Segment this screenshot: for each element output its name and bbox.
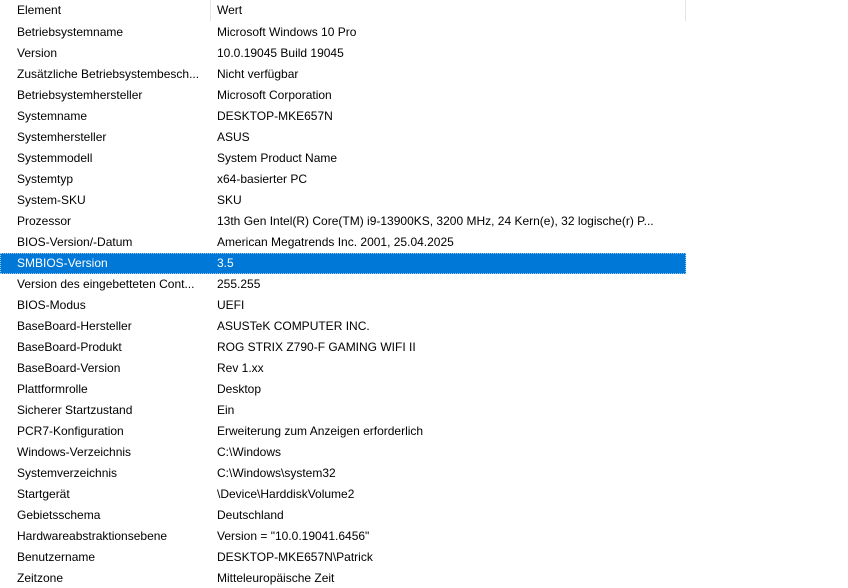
row-element-label: Startgerät	[17, 487, 70, 501]
table-row[interactable]: Benutzername DESKTOP-MKE657N\Patrick	[0, 547, 686, 568]
row-value: Rev 1.xx	[217, 361, 264, 375]
row-value: 13th Gen Intel(R) Core(TM) i9-13900KS, 3…	[217, 214, 654, 228]
table-row[interactable]: BaseBoard-Produkt ROG STRIX Z790-F GAMING…	[0, 337, 686, 358]
table-row[interactable]: BaseBoard-Version Rev 1.xx	[0, 358, 686, 379]
row-element-label: BaseBoard-Hersteller	[17, 319, 132, 333]
table-row[interactable]: Zeitzone Mitteleuropäische Zeit	[0, 568, 686, 588]
row-value: 10.0.19045 Build 19045	[217, 46, 344, 60]
row-value: 255.255	[217, 277, 261, 291]
table-row[interactable]: Sicherer Startzustand Ein	[0, 400, 686, 421]
table-row[interactable]: Systemtyp x64-basierter PC	[0, 169, 686, 190]
table-row[interactable]: Startgerät \Device\HarddiskVolume2	[0, 484, 686, 505]
system-summary-list[interactable]: Element Wert Betriebsystemname Microsoft …	[0, 0, 848, 588]
table-row[interactable]: PCR7-Konfiguration Erweiterung zum Anzeig…	[0, 421, 686, 442]
row-value: Desktop	[217, 382, 262, 396]
table-row[interactable]: Windows-Verzeichnis C:\Windows	[0, 442, 686, 463]
row-element-label: BIOS-Version/-Datum	[17, 235, 133, 249]
table-row[interactable]: BIOS-Version/-Datum American Megatrends I…	[0, 232, 686, 253]
row-element-label: Plattformrolle	[17, 382, 88, 396]
row-element-label: PCR7-Konfiguration	[17, 424, 124, 438]
table-row[interactable]: Systemmodell System Product Name	[0, 148, 686, 169]
table-row[interactable]: BIOS-Modus UEFI	[0, 295, 686, 316]
table-row[interactable]: BaseBoard-Hersteller ASUSTeK COMPUTER INC…	[0, 316, 686, 337]
row-value: UEFI	[217, 298, 245, 312]
row-value: Microsoft Windows 10 Pro	[217, 25, 357, 39]
row-element-label: Systemtyp	[17, 172, 74, 186]
row-value: American Megatrends Inc. 2001, 25.04.202…	[217, 235, 454, 249]
table-row-selected[interactable]: SMBIOS-Version 3.5	[0, 253, 686, 274]
row-element-label: Hardwareabstraktionsebene	[17, 529, 168, 543]
column-header-value[interactable]: Wert	[211, 0, 686, 21]
row-value: 3.5	[217, 256, 234, 270]
row-element-label: BIOS-Modus	[17, 298, 86, 312]
row-element-label: Systemhersteller	[17, 130, 107, 144]
row-element-label: Benutzername	[17, 550, 96, 564]
row-element-label: Gebietsschema	[17, 508, 101, 522]
table-row[interactable]: Betriebsystemhersteller Microsoft Corpora…	[0, 85, 686, 106]
row-element-label: Systemverzeichnis	[17, 466, 118, 480]
row-value: ROG STRIX Z790-F GAMING WIFI II	[217, 340, 416, 354]
row-value: C:\Windows	[217, 445, 282, 459]
row-element-label: Sicherer Startzustand	[17, 403, 133, 417]
row-value: C:\Windows\system32	[217, 466, 336, 480]
row-value: ASUSTeK COMPUTER INC.	[217, 319, 370, 333]
row-element-label: Version	[17, 46, 58, 60]
table-row[interactable]: Betriebsystemname Microsoft Windows 10 Pr…	[0, 22, 686, 43]
table-row[interactable]: Zusätzliche Betriebsystembesch... Nicht v…	[0, 64, 686, 85]
table-row[interactable]: Hardwareabstraktionsebene Version = "10.0…	[0, 526, 686, 547]
row-value: Mitteleuropäische Zeit	[217, 571, 335, 585]
row-element-label: Zusätzliche Betriebsystembesch...	[17, 67, 200, 81]
row-value: Microsoft Corporation	[217, 88, 332, 102]
row-element-label: SMBIOS-Version	[17, 256, 108, 270]
row-element-label: Betriebsystemname	[17, 25, 124, 39]
table-row[interactable]: Version des eingebetteten Cont... 255.255	[0, 274, 686, 295]
table-row[interactable]: Systemname DESKTOP-MKE657N	[0, 106, 686, 127]
table-row[interactable]: System-SKU SKU	[0, 190, 686, 211]
row-value: \Device\HarddiskVolume2	[217, 487, 355, 501]
row-element-label: Prozessor	[17, 214, 72, 228]
row-value: ASUS	[217, 130, 250, 144]
row-element-label: System-SKU	[17, 193, 86, 207]
row-value: Ein	[217, 403, 235, 417]
row-value: DESKTOP-MKE657N	[217, 109, 333, 123]
row-element-label: BaseBoard-Version	[17, 361, 121, 375]
row-value: Erweiterung zum Anzeigen erforderlich	[217, 424, 424, 438]
row-element-label: Betriebsystemhersteller	[17, 88, 143, 102]
row-value: DESKTOP-MKE657N\Patrick	[217, 550, 373, 564]
row-element-label: Systemname	[17, 109, 88, 123]
row-element-label: BaseBoard-Produkt	[17, 340, 122, 354]
list-rows: Betriebsystemname Microsoft Windows 10 Pr…	[0, 22, 686, 588]
row-element-label: Version des eingebetteten Cont...	[17, 277, 195, 291]
row-element-label: Windows-Verzeichnis	[17, 445, 132, 459]
list-header: Element Wert	[0, 0, 848, 21]
row-value: x64-basierter PC	[217, 172, 308, 186]
table-row[interactable]: Systemverzeichnis C:\Windows\system32	[0, 463, 686, 484]
row-element-label: Zeitzone	[17, 571, 64, 585]
table-row[interactable]: Prozessor 13th Gen Intel(R) Core(TM) i9-1…	[0, 211, 686, 232]
row-element-label: Systemmodell	[17, 151, 93, 165]
table-row[interactable]: Plattformrolle Desktop	[0, 379, 686, 400]
column-header-element[interactable]: Element	[0, 0, 211, 21]
row-value: Nicht verfügbar	[217, 67, 299, 81]
row-value: System Product Name	[217, 151, 338, 165]
row-value: SKU	[217, 193, 242, 207]
row-value: Version = "10.0.19041.6456"	[217, 529, 370, 543]
table-row[interactable]: Systemhersteller ASUS	[0, 127, 686, 148]
table-row[interactable]: Gebietsschema Deutschland	[0, 505, 686, 526]
row-value: Deutschland	[217, 508, 284, 522]
table-row[interactable]: Version 10.0.19045 Build 19045	[0, 43, 686, 64]
